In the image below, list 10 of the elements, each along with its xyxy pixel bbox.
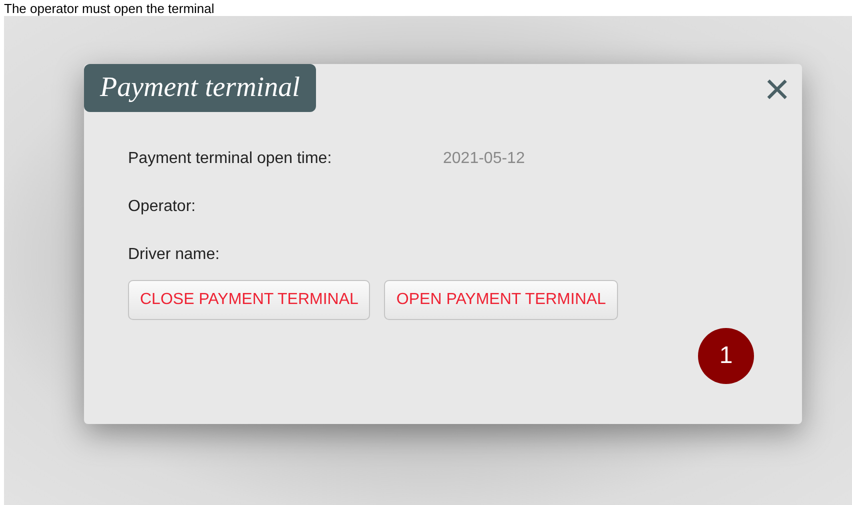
field-label: Driver name: — [128, 245, 221, 265]
caption-text: The operator must open the terminal — [4, 2, 214, 14]
close-button[interactable]: × — [764, 68, 790, 112]
field-label: Operator: — [128, 197, 197, 217]
dialog-title: Payment terminal — [84, 64, 316, 112]
field-value: 2021-05-12 — [443, 149, 525, 169]
field-label: Payment terminal open time: — [128, 149, 333, 169]
step-badge: 1 — [698, 328, 754, 384]
terminal-button[interactable]: OPEN PAYMENT TERMINAL — [384, 280, 618, 320]
terminal-button[interactable]: CLOSE PAYMENT TERMINAL — [128, 280, 370, 320]
